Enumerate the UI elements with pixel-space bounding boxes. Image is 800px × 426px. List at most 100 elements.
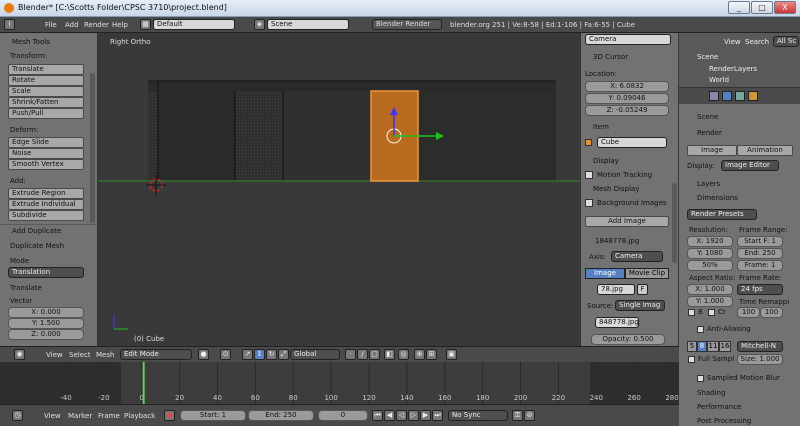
tl-menu-view[interactable]: View bbox=[44, 412, 61, 420]
menu-select[interactable]: Select bbox=[69, 351, 91, 359]
tl-menu-frame[interactable]: Frame bbox=[98, 412, 120, 420]
menu-help[interactable]: Help bbox=[112, 21, 128, 29]
mesh-display-header[interactable]: Mesh Display bbox=[593, 185, 639, 193]
menu-view[interactable]: View bbox=[46, 351, 63, 359]
prev-keyframe-icon[interactable]: ◀ bbox=[384, 410, 395, 421]
sampled-motion-blur-header[interactable]: Sampled Motion Blur bbox=[707, 374, 780, 382]
rotate-manipulator-icon[interactable]: ↻ bbox=[266, 349, 277, 360]
aspect-y-field[interactable]: Y: 1.000 bbox=[687, 296, 733, 307]
tl-menu-marker[interactable]: Marker bbox=[68, 412, 92, 420]
minimize-button[interactable]: _ bbox=[728, 1, 750, 14]
world-tab-icon[interactable] bbox=[735, 91, 745, 101]
scale-button[interactable]: Scale bbox=[8, 86, 84, 97]
performance-header[interactable]: Performance bbox=[697, 403, 741, 411]
editor-type-icon[interactable]: i bbox=[4, 19, 15, 30]
fake-user-button[interactable]: F bbox=[637, 284, 648, 295]
cursor-y-field[interactable]: Y: 0.09046 bbox=[585, 93, 669, 104]
scale-manipulator-icon[interactable]: ⤢ bbox=[278, 349, 289, 360]
aa-filter-select[interactable]: Mitchell-N bbox=[737, 341, 783, 352]
shading-icon[interactable]: ● bbox=[198, 349, 209, 360]
keying-set-icon[interactable]: ⊘ bbox=[524, 410, 535, 421]
vector-y-field[interactable]: Y: 1.500 bbox=[8, 318, 84, 329]
translate-button[interactable]: Translate bbox=[8, 64, 84, 75]
aspect-x-field[interactable]: X: 1.000 bbox=[687, 284, 733, 295]
timeline-start-field[interactable]: Start: 1 bbox=[180, 410, 246, 421]
play-icon[interactable]: ▷ bbox=[408, 410, 419, 421]
opacity-field[interactable]: Opacity: 0.500 bbox=[591, 334, 665, 345]
snap-element-icon[interactable]: ⊞ bbox=[426, 349, 437, 360]
limit-selection-icon[interactable]: ◧ bbox=[384, 349, 395, 360]
proportional-edit-icon[interactable]: ◎ bbox=[398, 349, 409, 360]
menu-file[interactable]: File bbox=[45, 21, 57, 29]
current-frame-field[interactable]: 0 bbox=[318, 410, 368, 421]
remap-old-field[interactable]: 100 bbox=[737, 307, 760, 318]
orientation-select[interactable]: Global bbox=[290, 349, 340, 360]
snap-icon[interactable]: ⊕ bbox=[414, 349, 425, 360]
bg-image-file[interactable]: 1848778.jpg bbox=[595, 237, 639, 245]
keying-icon[interactable]: ⚿ bbox=[512, 410, 523, 421]
rotate-button[interactable]: Rotate bbox=[8, 75, 84, 86]
render-presets-select[interactable]: Render Presets bbox=[687, 209, 757, 220]
layers-header[interactable]: Layers bbox=[697, 180, 720, 188]
camera-field[interactable]: Camera bbox=[585, 34, 671, 45]
crop-checkbox[interactable] bbox=[708, 309, 715, 316]
screen-layout-icon[interactable]: ▦ bbox=[140, 19, 151, 30]
screen-layout-field[interactable]: Default bbox=[153, 19, 235, 30]
background-images-checkbox[interactable] bbox=[585, 199, 593, 207]
aa-samples-5[interactable]: 5 bbox=[687, 341, 697, 352]
resolution-y-field[interactable]: Y: 1080 bbox=[687, 248, 733, 259]
dimensions-header[interactable]: Dimensions bbox=[697, 194, 738, 202]
aa-samples-8[interactable]: 8 bbox=[697, 341, 707, 352]
menu-mesh[interactable]: Mesh bbox=[96, 351, 114, 359]
frame-rate-select[interactable]: 24 fps bbox=[737, 284, 783, 295]
outliner-display-select[interactable]: All Sc bbox=[773, 36, 799, 47]
play-reverse-icon[interactable]: ◁ bbox=[396, 410, 407, 421]
full-sample-checkbox[interactable] bbox=[688, 356, 695, 363]
operator-header[interactable]: Add Duplicate bbox=[12, 227, 61, 235]
view3d-editor-icon[interactable]: ◉ bbox=[14, 349, 25, 360]
smooth-vertex-button[interactable]: Smooth Vertex bbox=[8, 159, 84, 170]
tab-image[interactable]: Image bbox=[585, 268, 625, 279]
render-image-button[interactable]: Image bbox=[687, 145, 737, 156]
3d-cursor-header[interactable]: 3D Cursor bbox=[593, 53, 628, 61]
motion-tracking-header[interactable]: Motion Tracking bbox=[597, 171, 652, 179]
push-pull-button[interactable]: Push/Pull bbox=[8, 108, 84, 119]
mode-select[interactable]: Translation bbox=[8, 267, 84, 278]
scene-tab-icon[interactable] bbox=[722, 91, 732, 101]
edge-select-icon[interactable]: / bbox=[357, 349, 368, 360]
render-preview-icon[interactable]: ▣ bbox=[446, 349, 457, 360]
jump-start-icon[interactable]: ⏮ bbox=[372, 410, 383, 421]
resolution-percent-field[interactable]: 50% bbox=[687, 260, 733, 271]
close-button[interactable]: X bbox=[774, 1, 796, 14]
outliner-renderlayers-item[interactable]: RenderLayers bbox=[709, 65, 757, 73]
motion-tracking-checkbox[interactable] bbox=[585, 171, 593, 179]
add-image-button[interactable]: Add Image bbox=[585, 216, 669, 227]
post-processing-header[interactable]: Post Processing bbox=[697, 417, 751, 425]
render-animation-button[interactable]: Animation bbox=[737, 145, 793, 156]
remap-new-field[interactable]: 100 bbox=[760, 307, 783, 318]
sync-mode-select[interactable]: No Sync bbox=[448, 410, 508, 421]
frame-start-field[interactable]: Start F: 1 bbox=[737, 236, 783, 247]
subdivide-button[interactable]: Subdivide bbox=[8, 210, 84, 221]
edge-slide-button[interactable]: Edge Slide bbox=[8, 137, 84, 148]
anti-aliasing-header[interactable]: Anti-Aliasing bbox=[707, 325, 751, 333]
vertex-select-icon[interactable]: · bbox=[345, 349, 356, 360]
noise-button[interactable]: Noise bbox=[8, 148, 84, 159]
render-engine-select[interactable]: Blender Render bbox=[372, 19, 442, 30]
scene-field[interactable]: Scene bbox=[267, 19, 349, 30]
cursor-x-field[interactable]: X: 6.0832 bbox=[585, 81, 669, 92]
face-select-icon[interactable]: ▢ bbox=[369, 349, 380, 360]
timeline[interactable]: -40 -20 0 20 40 60 80 100 120 140 160 180 200 220 240 2… bbox=[0, 362, 679, 404]
record-icon[interactable]: ● bbox=[164, 410, 175, 421]
cursor-z-field[interactable]: Z: -0.05249 bbox=[585, 105, 669, 116]
image-path-field[interactable]: 848778.jpg bbox=[595, 317, 639, 328]
3d-viewport[interactable]: Right Ortho (0) Cube bbox=[98, 33, 580, 346]
timeline-editor-icon[interactable]: ◷ bbox=[12, 410, 23, 421]
axis-select[interactable]: Camera bbox=[611, 251, 663, 262]
n-panel-scrollbar[interactable] bbox=[672, 183, 677, 263]
jump-end-icon[interactable]: ⏭ bbox=[432, 410, 443, 421]
translate-manipulator-icon[interactable]: ↕ bbox=[254, 349, 265, 360]
manipulator-icon[interactable]: ↗ bbox=[242, 349, 253, 360]
bg-image-short-field[interactable]: 78.jpg bbox=[597, 284, 635, 295]
mesh-tools-header[interactable]: Mesh Tools bbox=[12, 38, 50, 46]
